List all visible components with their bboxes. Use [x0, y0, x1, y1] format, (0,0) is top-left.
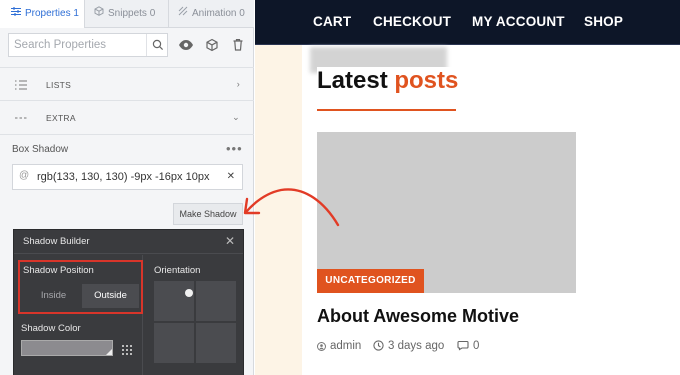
tab-animation[interactable]: Animation 0 [169, 0, 254, 28]
make-shadow-button[interactable]: Make Shadow [173, 203, 243, 225]
orientation-label: Orientation [154, 265, 201, 276]
post-time-text: 3 days ago [388, 340, 445, 352]
palette-grid-icon[interactable] [122, 342, 132, 355]
clock-icon [373, 340, 384, 351]
box-shadow-field[interactable]: @ rgb(133, 130, 130) -9px -16px 10px ✕ [12, 164, 243, 190]
section-extra-label: EXTRA [46, 113, 76, 123]
chevron-down-icon: ⌄ [232, 112, 240, 122]
box-shadow-label: Box Shadow [12, 144, 69, 155]
heading-main: Latest [317, 67, 388, 94]
tab-snippets-label: Snippets [108, 8, 147, 19]
heading-accent: posts [394, 67, 459, 94]
at-icon: @ [19, 170, 30, 181]
more-options-icon[interactable]: ••• [226, 141, 243, 156]
shadow-color-swatch[interactable] [21, 340, 113, 356]
shadow-builder: Shadow Builder ✕ Shadow Position Inside … [13, 229, 244, 375]
nav-checkout[interactable]: CHECKOUT [373, 14, 451, 29]
category-badge[interactable]: UNCATEGORIZED [317, 269, 424, 293]
cube-icon [93, 0, 104, 28]
eye-icon [179, 40, 193, 50]
tab-snippets[interactable]: Snippets 0 [85, 0, 169, 28]
orientation-cell-bottom-right[interactable] [196, 323, 236, 363]
swatch-corner [106, 349, 112, 355]
site-nav: CART CHECKOUT MY ACCOUNT SHOP [255, 0, 680, 45]
nav-cart[interactable]: CART [313, 14, 351, 29]
position-inside-button[interactable]: Inside [25, 284, 82, 308]
eye-button[interactable] [176, 33, 196, 57]
orientation-picker[interactable] [154, 281, 236, 363]
shadow-color-label: Shadow Color [21, 323, 81, 334]
site-preview: CART CHECKOUT MY ACCOUNT SHOP Latest pos… [255, 0, 680, 375]
tab-properties[interactable]: Properties 1 [0, 0, 85, 28]
tab-properties-count: 1 [73, 8, 79, 19]
post-time: 3 days ago [373, 340, 444, 352]
tab-animation-count: 0 [239, 8, 245, 19]
post-author[interactable]: admin [317, 340, 361, 352]
dashes-icon [14, 112, 28, 124]
post-comment-count: 0 [473, 340, 480, 352]
panel-tabs: Properties 1 Snippets 0 Animation 0 [0, 0, 254, 28]
animation-icon [177, 0, 188, 28]
shadow-position-group: Shadow Position Inside Outside [18, 260, 143, 314]
post-title[interactable]: About Awesome Motive [317, 306, 519, 327]
orientation-cell-bottom-left[interactable] [154, 323, 194, 363]
chevron-right-icon: › [236, 79, 240, 89]
post-author-name: admin [330, 340, 362, 352]
post-comments[interactable]: 0 [457, 340, 479, 352]
search-row [8, 33, 246, 57]
position-outside-button[interactable]: Outside [82, 284, 139, 308]
search-icon [152, 39, 164, 51]
tab-animation-label: Animation [192, 8, 237, 19]
nav-shop[interactable]: SHOP [584, 14, 623, 29]
shadow-position-label: Shadow Position [23, 265, 94, 276]
sliders-icon [10, 0, 21, 28]
nav-my-account[interactable]: MY ACCOUNT [472, 14, 565, 29]
shadow-builder-header: Shadow Builder ✕ [14, 230, 243, 254]
heading-underline [317, 109, 456, 111]
site-side-strip [255, 45, 302, 375]
tab-properties-label: Properties [25, 8, 71, 19]
close-icon[interactable]: ✕ [225, 234, 235, 248]
orientation-cell-top-right[interactable] [196, 281, 236, 321]
orientation-cell-top-left[interactable] [154, 281, 194, 321]
editor-panel: Properties 1 Snippets 0 Animation 0 Sear… [0, 0, 254, 375]
tab-snippets-count: 0 [149, 8, 156, 19]
search-button[interactable] [146, 34, 168, 56]
shadow-builder-title: Shadow Builder [23, 236, 90, 247]
user-icon [317, 342, 326, 351]
latest-posts-heading[interactable]: Latest posts [317, 67, 461, 95]
orientation-handle[interactable] [185, 289, 193, 297]
cube-icon [206, 38, 218, 52]
clear-icon[interactable]: ✕ [227, 171, 235, 182]
comment-icon [457, 340, 469, 351]
snippet-button[interactable] [202, 33, 222, 57]
delete-button[interactable] [228, 33, 248, 57]
section-extra[interactable]: EXTRA ⌄ [0, 101, 254, 135]
list-icon [14, 79, 28, 91]
section-lists-label: LISTS [46, 80, 72, 90]
search-input[interactable] [8, 33, 168, 57]
section-lists[interactable]: LISTS › [0, 67, 254, 101]
trash-icon [233, 39, 243, 51]
box-shadow-value: rgb(133, 130, 130) -9px -16px 10px [37, 171, 210, 183]
